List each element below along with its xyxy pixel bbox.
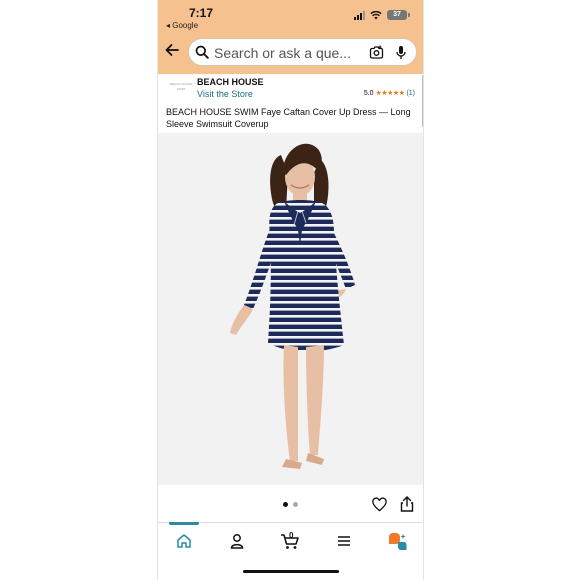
heart-icon[interactable] (372, 497, 387, 512)
back-to-google-link[interactable]: ◂ Google (166, 21, 198, 30)
carousel-dot-1[interactable] (283, 502, 288, 507)
product-title: BEACH HOUSE SWIM Faye Caftan Cover Up Dr… (166, 107, 411, 129)
back-arrow-icon[interactable] (164, 42, 182, 60)
account-icon (230, 534, 244, 549)
phone-screen: 7:17 ◂ Google 37 Search or ask a que... … (157, 0, 424, 580)
rating-count[interactable]: (1) (406, 90, 415, 97)
store-row: BEACH HOUSE SWIM BEACH HOUSE Visit the S… (158, 74, 423, 102)
nav-menu[interactable] (336, 533, 356, 551)
search-icon (195, 45, 209, 59)
nav-cart[interactable]: 0 (280, 531, 300, 551)
active-tab-indicator (169, 522, 199, 525)
store-name: BEACH HOUSE (197, 77, 264, 87)
nav-home[interactable] (176, 533, 196, 551)
signal-icon (354, 10, 365, 20)
carousel-dots[interactable] (283, 502, 298, 507)
rating-value: 5.0 (363, 89, 374, 97)
mic-icon[interactable] (395, 45, 407, 60)
product-image[interactable] (158, 133, 423, 485)
rating-summary[interactable]: 5.0 ★★★★★ (1) (363, 89, 415, 98)
home-icon (177, 534, 191, 548)
status-time: 7:17 (189, 6, 214, 20)
product-photo (230, 143, 355, 469)
top-bar: 7:17 ◂ Google 37 Search or ask a que... (158, 0, 423, 74)
menu-icon (338, 536, 350, 546)
home-indicator (243, 570, 339, 573)
camera-icon[interactable] (369, 45, 384, 60)
search-input[interactable]: Search or ask a que... (214, 45, 351, 61)
carousel-dot-2[interactable] (293, 502, 298, 507)
ai-assistant-icon (389, 533, 407, 550)
scroll-indicator (422, 75, 423, 127)
search-bar[interactable]: Search or ask a que... (188, 38, 417, 66)
share-icon[interactable] (400, 496, 414, 512)
battery-icon: 37 (387, 10, 410, 20)
nav-ai-assistant[interactable] (387, 533, 407, 551)
star-rating-icon: ★★★★★ (375, 90, 405, 97)
store-logo[interactable]: BEACH HOUSE SWIM (166, 82, 196, 96)
visit-store-link[interactable]: Visit the Store (197, 89, 253, 99)
nav-account[interactable] (229, 533, 249, 551)
wifi-icon (370, 10, 382, 19)
cart-count: 0 (289, 531, 294, 540)
status-icons: 37 (354, 10, 410, 20)
